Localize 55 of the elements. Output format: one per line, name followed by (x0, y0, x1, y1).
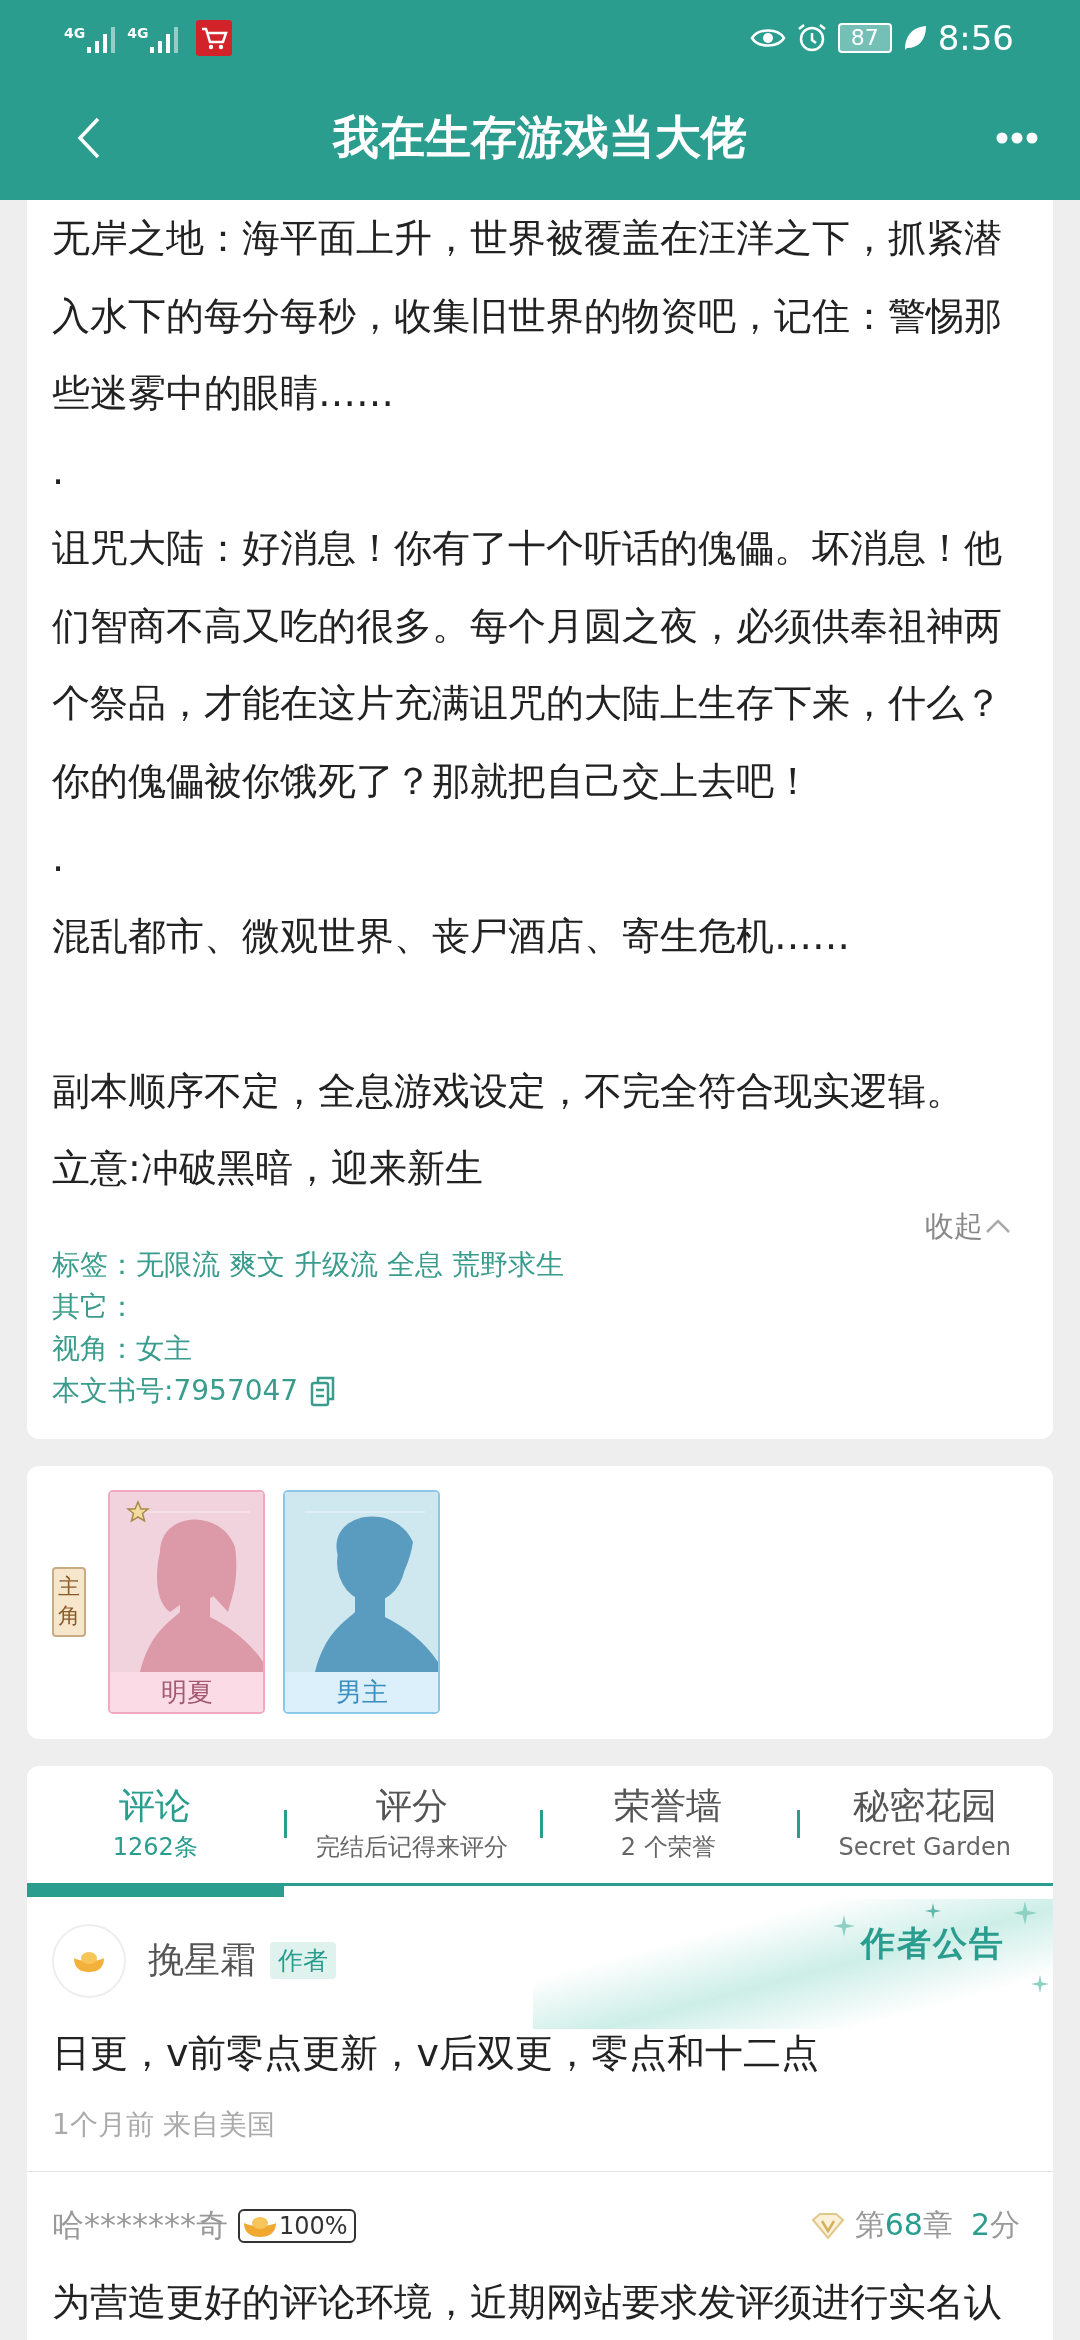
character-name: 明夏 (110, 1672, 263, 1712)
signal-icon (85, 24, 118, 55)
score-label: 2分 (970, 2206, 1020, 2244)
sparkle-icon (833, 1915, 855, 1937)
tags-label: 标签： (52, 1246, 136, 1283)
other-label: 其它： (52, 1288, 136, 1325)
author-name[interactable]: 挽星霜 (148, 1936, 256, 1985)
support-badge: 100% (238, 2208, 356, 2243)
tag-link[interactable]: 无限流 (136, 1243, 220, 1286)
shopping-cart-icon (196, 19, 233, 56)
sparkle-icon (925, 1903, 941, 1919)
comment-text: 为营造更好的评论环境，近期网站要求发评须进行实名认 (52, 2278, 1003, 2326)
character-card[interactable]: 明夏 (108, 1490, 265, 1714)
comment-text: 日更，v前零点更新，v后双更，零点和十二点 (52, 2029, 820, 2077)
section-tab[interactable]: 秘密花园 Secret Garden (796, 1781, 1053, 1864)
synopsis-paragraph: 无岸之地：海平面上升，世界被覆盖在汪洋之下，抓紧潜入水下的每分每秒，收集旧世界的物资吧，记住：警惕那些迷雾中的眼睛…… (52, 215, 1003, 417)
section-tab[interactable]: 评论 1262条 (27, 1781, 284, 1864)
v-diamond-icon (810, 2211, 845, 2240)
synopsis-paragraph: 混乱都市、微观世界、丧尸酒店、寄生危机…… (52, 912, 851, 960)
copy-icon[interactable] (310, 1374, 337, 1407)
battery-indicator: 87 (837, 22, 892, 53)
avatar[interactable] (52, 1923, 126, 1998)
section-tab[interactable]: 荣誉墙 2 个荣誉 (540, 1781, 797, 1864)
more-icon[interactable] (996, 131, 1038, 144)
perspective-value: 女主 (136, 1330, 192, 1367)
sparkle-icon (1013, 1901, 1037, 1925)
network-label: 4G (64, 24, 86, 41)
user-name[interactable]: 哈*******奇 (52, 2203, 228, 2248)
tag-link[interactable]: 荒野求生 (452, 1243, 564, 1286)
tag-link[interactable]: 全息 (387, 1243, 443, 1286)
synopsis-paragraph: 副本顺序不定，全息游戏设定，不完全符合现实逻辑。 (52, 1067, 965, 1115)
book-id-label: 本文书号: (52, 1372, 174, 1409)
synopsis-paragraph: 立意:冲破黑暗，迎来新生 (52, 1145, 484, 1192)
clock-time: 8:56 (937, 17, 1014, 58)
section-tab[interactable]: 评分 完结后记得来评分 (283, 1781, 540, 1864)
character-name: 男主 (285, 1672, 438, 1712)
network-label: 4G (127, 24, 149, 41)
chapter-label: 第68章 (854, 2206, 953, 2244)
tag-link[interactable]: 爽文 (229, 1243, 285, 1286)
synopsis-paragraph: 诅咒大陆：好消息！你有了十个听话的傀儡。坏消息！他们智商不高又吃的很多。每个月圆之夜，必须供奉祖神两个祭品，才能在这片充满诅咒的大陆上生存下来，什么？你的傀儡被你饿死了？那就把自己交上去吧！ (52, 525, 1003, 805)
caret-icon (985, 1217, 1011, 1234)
perspective-label: 视角： (52, 1330, 136, 1367)
synopsis-paragraph: . (52, 835, 66, 882)
character-card[interactable]: 男主 (283, 1490, 440, 1714)
signal-icon (148, 24, 181, 55)
synopsis-paragraph: . (52, 447, 66, 495)
book-title: 我在生存游戏当大佬 (331, 108, 748, 166)
book-id-value: 7957047 (173, 1372, 299, 1409)
announcement-label: 作者公告 (861, 1922, 1005, 1965)
collapse-button[interactable]: 收起 (925, 1207, 1011, 1244)
sparkle-icon (1031, 1975, 1049, 1993)
tag-link[interactable]: 升级流 (294, 1243, 378, 1286)
comment-meta: 1个月前 来自美国 (52, 2106, 275, 2143)
role-badge: 主角 (52, 1567, 86, 1637)
author-tag: 作者 (270, 1942, 336, 1979)
